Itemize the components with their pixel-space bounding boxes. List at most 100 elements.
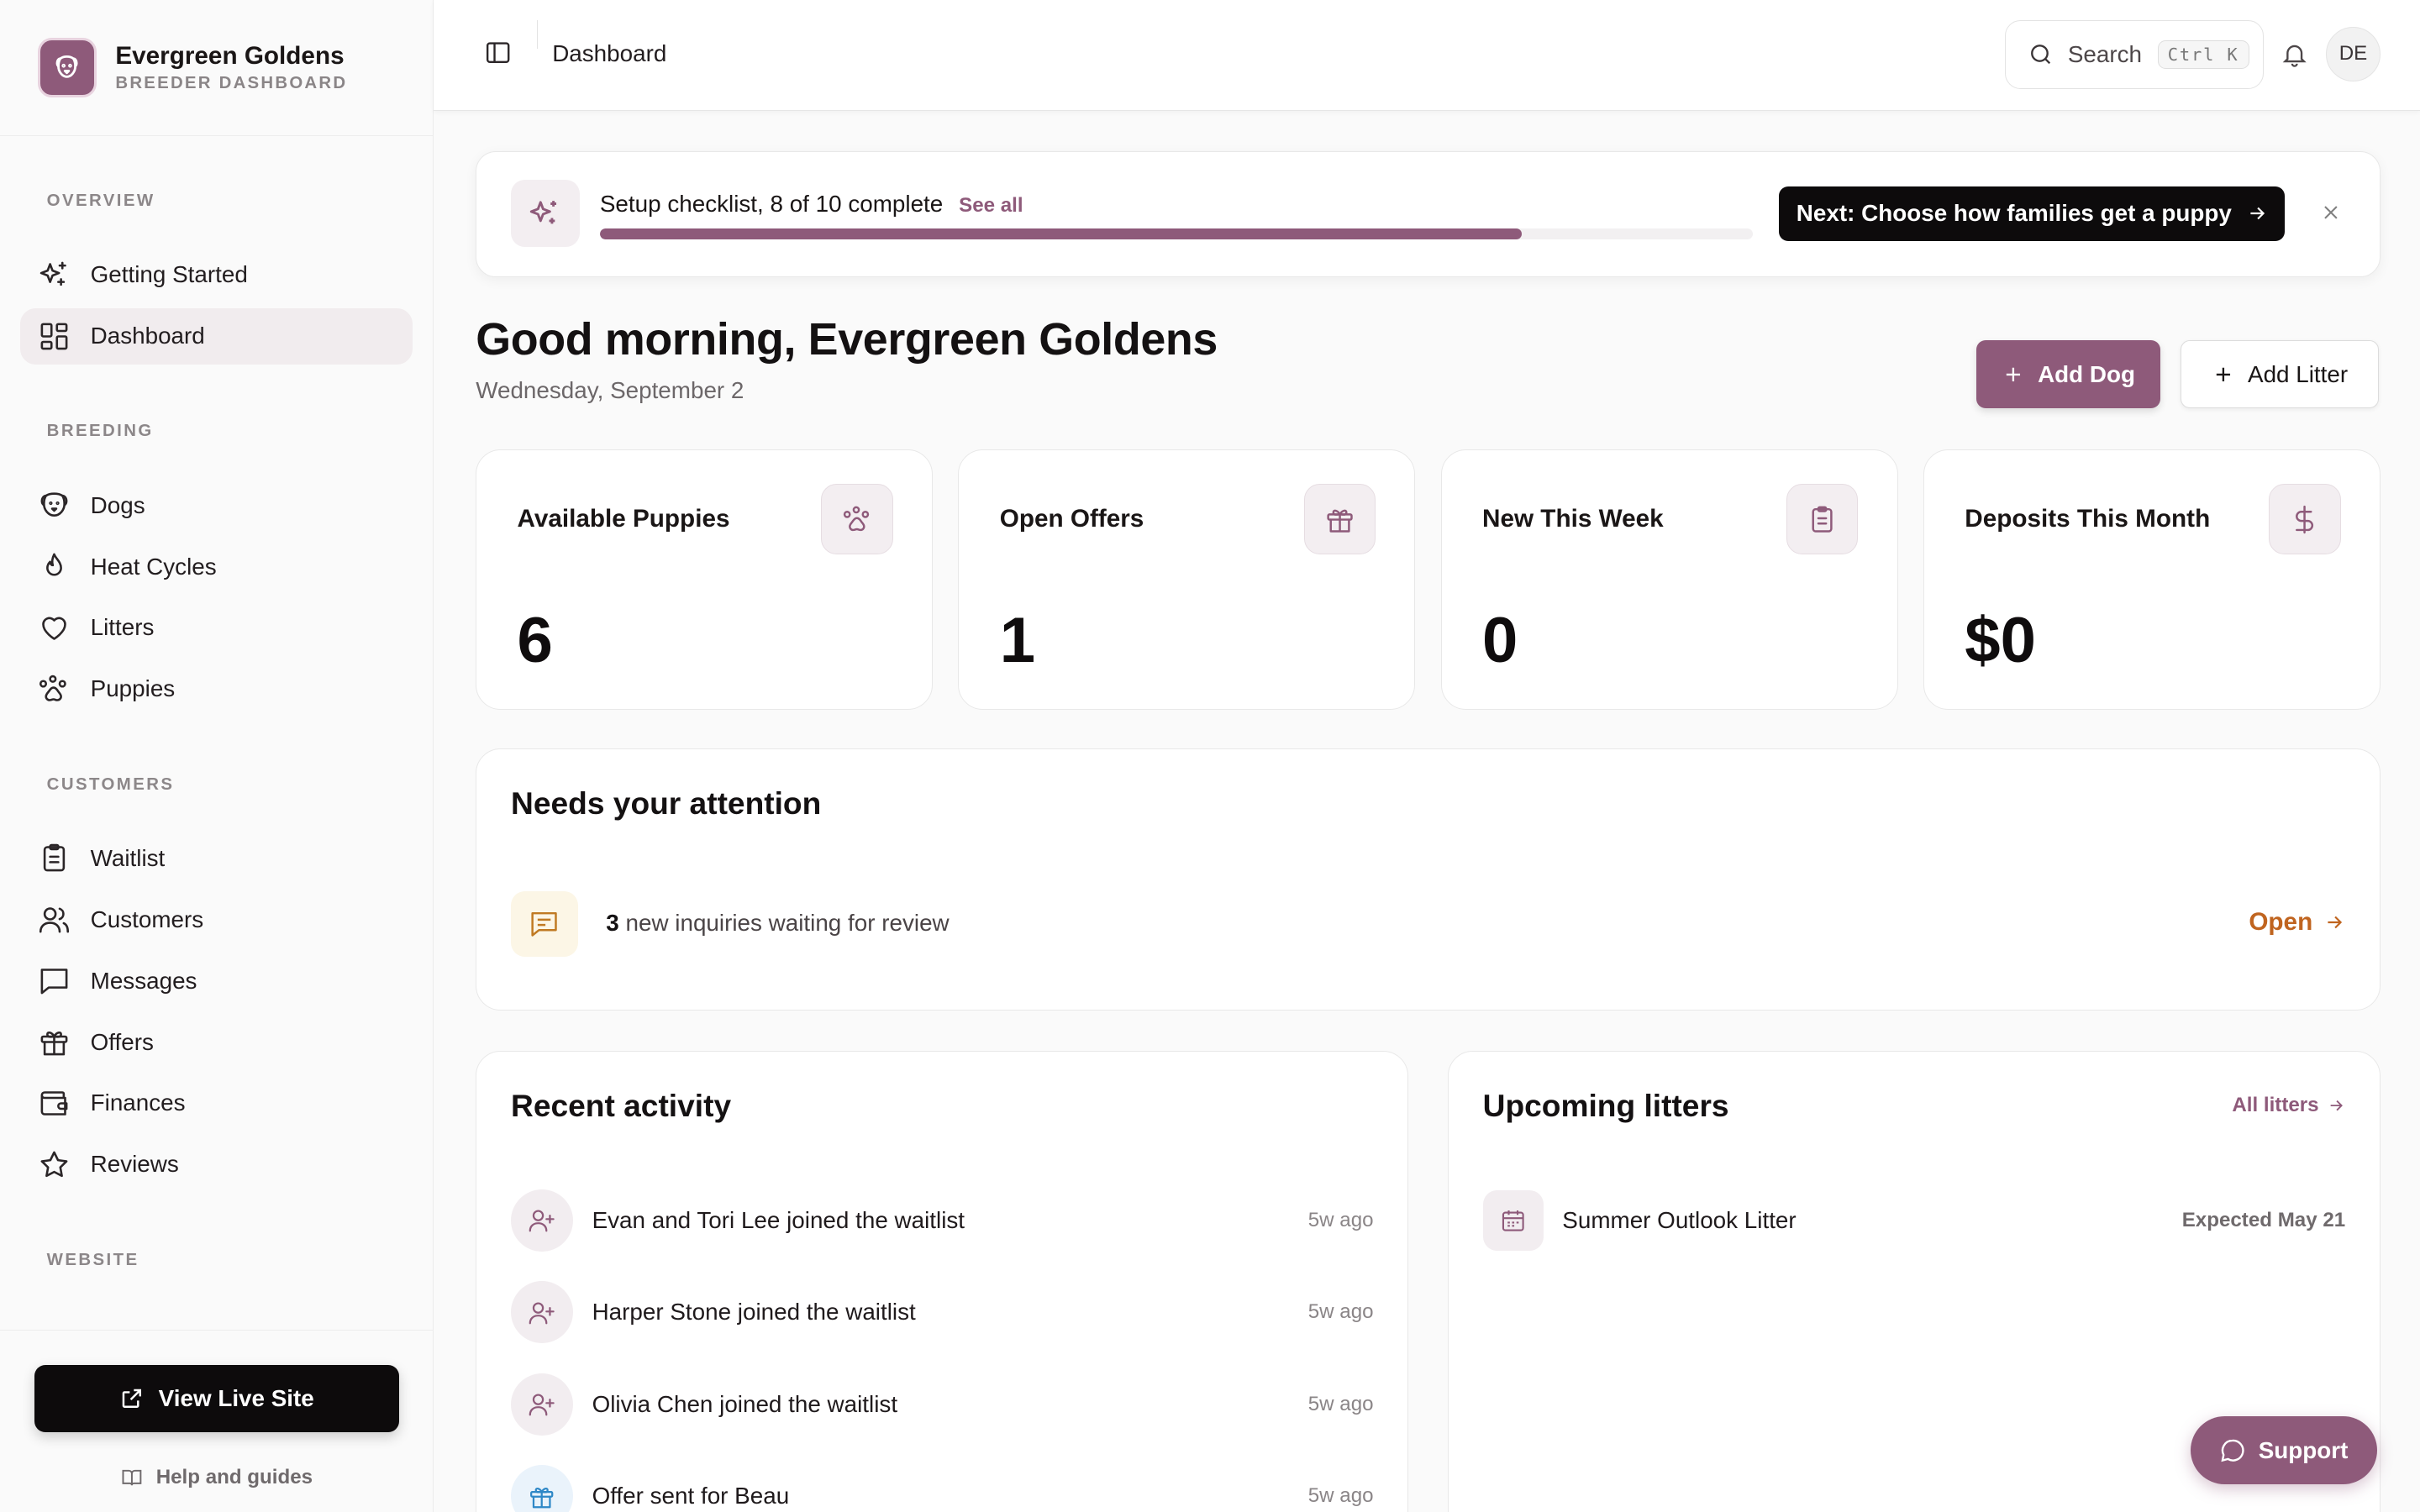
needs-attention-card: Needs your attention 3 new inquiries wai…	[476, 748, 2381, 1011]
activity-text: Evan and Tori Lee joined the waitlist	[592, 1206, 965, 1233]
arrow-right-icon	[2249, 207, 2265, 220]
plus-icon	[2007, 367, 2021, 381]
sidebar-item-litters[interactable]: Litters	[20, 600, 413, 656]
inquiries-text: 3 new inquiries waiting for review	[606, 910, 949, 937]
sidebar-item-label: Dashboard	[90, 323, 205, 349]
checklist-title: Setup checklist, 8 of 10 complete See al…	[600, 191, 1023, 218]
clipboard-icon	[1786, 484, 1859, 555]
stat-card-available-puppies[interactable]: Available Puppies 6	[476, 449, 934, 710]
notifications-button[interactable]	[2281, 40, 2308, 75]
dollar-icon	[2269, 484, 2341, 555]
sidebar-item-label: Offers	[90, 1028, 154, 1055]
user-plus-icon	[511, 1189, 574, 1252]
sidebar-item-offers[interactable]: Offers	[20, 1014, 413, 1070]
litter-name: Summer Outlook Litter	[1562, 1206, 1797, 1233]
list-item[interactable]: Summer Outlook Litter Expected May 21	[1482, 1189, 2345, 1252]
upcoming-litters-title: Upcoming litters	[1482, 1087, 1729, 1123]
add-litter-button[interactable]: Add Litter	[2181, 339, 2380, 409]
sidebar-item-label: Litters	[90, 614, 155, 641]
paw-icon	[821, 484, 893, 555]
next-step-button[interactable]: Next: Choose how families get a puppy	[1779, 186, 2285, 241]
recent-activity-title: Recent activity	[511, 1087, 732, 1123]
search-icon	[2030, 45, 2050, 65]
clipboard-icon	[43, 843, 65, 872]
heart-icon	[41, 617, 66, 640]
sidebar-item-label: Waitlist	[90, 844, 166, 871]
stat-card-deposits-this-month[interactable]: Deposits This Month $0	[1923, 449, 2381, 710]
arrow-right-icon	[2328, 916, 2343, 929]
help-and-guides-label: Help and guides	[155, 1466, 313, 1489]
brand[interactable]: Evergreen Goldens BREEDER DASHBOARD	[0, 0, 434, 136]
bell-icon	[2282, 45, 2307, 68]
sidebar-footer: View Live Site Help and guides	[0, 1329, 434, 1512]
sidebar-item-reviews[interactable]: Reviews	[20, 1137, 413, 1193]
sidebar-item-customers[interactable]: Customers	[20, 891, 413, 948]
help-and-guides-link[interactable]: Help and guides	[0, 1466, 433, 1489]
paw-icon	[39, 675, 66, 701]
message-icon	[40, 969, 67, 995]
sidebar-toggle-button[interactable]	[484, 39, 515, 70]
sidebar-item-label: Puppies	[90, 675, 176, 702]
sidebar-item-label: Finances	[90, 1089, 186, 1116]
stat-value: $0	[1965, 605, 2036, 677]
see-all-link[interactable]: See all	[959, 194, 1023, 217]
sidebar-item-waitlist[interactable]: Waitlist	[20, 830, 413, 886]
sidebar-item-messages[interactable]: Messages	[20, 953, 413, 1009]
sidebar-item-dogs[interactable]: Dogs	[20, 477, 413, 533]
open-inquiries-link[interactable]: Open	[2249, 908, 2345, 937]
activity-time: 5w ago	[1307, 1392, 1374, 1415]
list-item[interactable]: Olivia Chen joined the waitlist 5w ago	[511, 1373, 1374, 1436]
section-label-customers: CUSTOMERS	[46, 774, 175, 794]
view-live-site-button[interactable]: View Live Site	[34, 1364, 400, 1432]
add-litter-label: Add Litter	[2248, 360, 2349, 387]
stat-card-open-offers[interactable]: Open Offers 1	[958, 449, 1416, 710]
grid-icon	[40, 323, 67, 350]
setup-checklist: Setup checklist, 8 of 10 complete See al…	[476, 151, 2381, 278]
sparkles-icon	[511, 180, 580, 248]
brand-subtitle: BREEDER DASHBOARD	[115, 73, 348, 92]
stat-label: Deposits This Month	[1965, 504, 2211, 533]
search-label: Search	[2067, 40, 2142, 67]
needs-attention-title: Needs your attention	[511, 785, 822, 821]
search-input[interactable]: Search Ctrl K	[2004, 20, 2264, 89]
wallet-icon	[40, 1091, 67, 1116]
avatar[interactable]: DE	[2326, 26, 2381, 81]
paw-icon	[37, 37, 97, 97]
list-item[interactable]: Harper Stone joined the waitlist 5w ago	[511, 1281, 1374, 1344]
all-litters-link[interactable]: All litters	[2232, 1094, 2345, 1117]
section-label-breeding: BREEDING	[46, 422, 154, 441]
external-link-icon	[122, 1389, 142, 1408]
sidebar-item-label: Reviews	[90, 1151, 179, 1178]
section-label-website: WEBSITE	[46, 1250, 139, 1269]
sidebar-item-heat-cycles[interactable]: Heat Cycles	[20, 538, 413, 595]
stat-card-new-this-week[interactable]: New This Week 0	[1440, 449, 1898, 710]
activity-time: 5w ago	[1307, 1484, 1374, 1508]
close-icon	[2323, 205, 2338, 219]
nav-section-overview: OVERVIEW Getting Started Dashboard	[0, 192, 433, 365]
support-button[interactable]: Support	[2190, 1415, 2378, 1485]
gift-icon	[1303, 484, 1376, 555]
add-dog-button[interactable]: Add Dog	[1976, 339, 2161, 409]
sidebar-item-puppies[interactable]: Puppies	[20, 661, 413, 717]
activity-time: 5w ago	[1307, 1300, 1374, 1324]
list-item[interactable]: Offer sent for Beau 5w ago	[511, 1465, 1374, 1512]
topbar-divider	[536, 20, 539, 49]
open-label: Open	[2249, 908, 2313, 937]
user-plus-icon	[511, 1373, 574, 1436]
sidebar-item-getting-started[interactable]: Getting Started	[20, 247, 413, 303]
section-label-overview: OVERVIEW	[46, 192, 155, 211]
activity-text: Harper Stone joined the waitlist	[592, 1299, 916, 1326]
stat-label: New This Week	[1482, 504, 1664, 533]
dismiss-checklist-button[interactable]	[2319, 201, 2343, 231]
sidebar-item-finances[interactable]: Finances	[20, 1075, 413, 1131]
list-item[interactable]: Evan and Tori Lee joined the waitlist 5w…	[511, 1189, 1374, 1252]
view-live-site-label: View Live Site	[158, 1384, 314, 1411]
gift-icon	[511, 1465, 574, 1512]
calendar-icon	[1482, 1189, 1544, 1251]
dog-icon	[40, 492, 67, 517]
sidebar-item-label: Heat Cycles	[90, 553, 217, 580]
plus-icon	[2217, 367, 2231, 381]
activity-time: 5w ago	[1307, 1208, 1374, 1231]
sidebar: Evergreen Goldens BREEDER DASHBOARD OVER…	[0, 0, 434, 1512]
sidebar-item-dashboard[interactable]: Dashboard	[20, 307, 413, 365]
